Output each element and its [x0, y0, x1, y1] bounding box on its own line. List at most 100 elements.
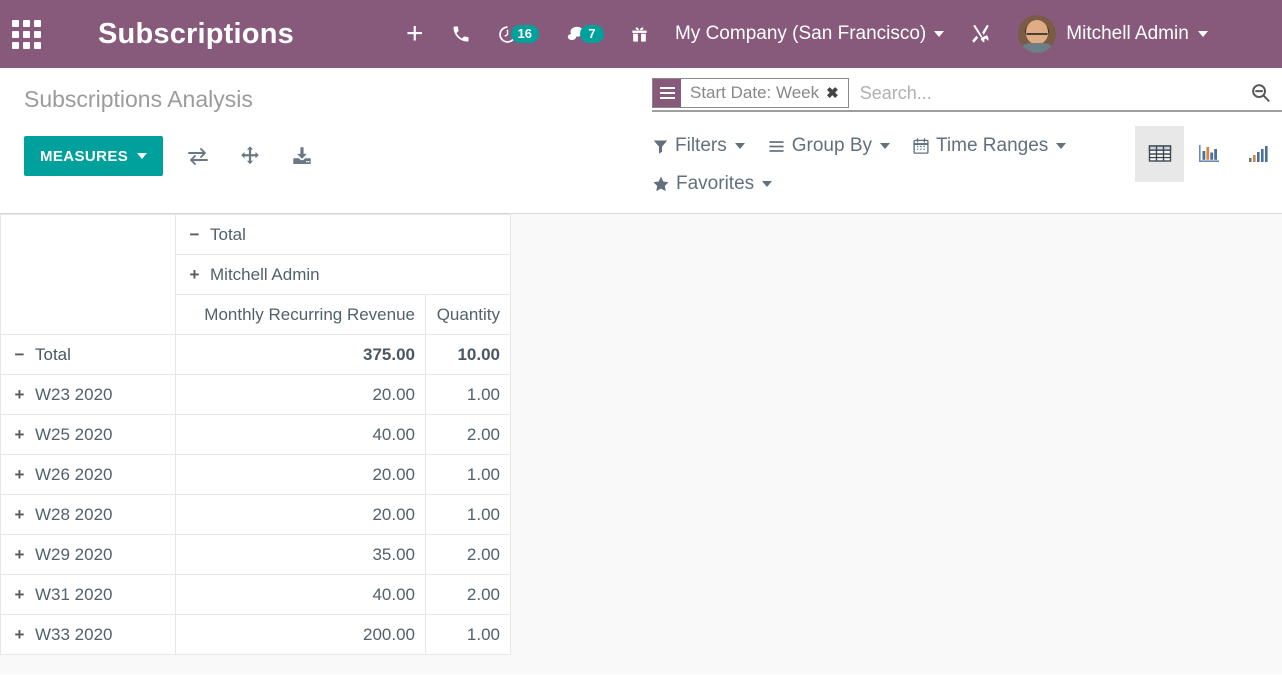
row-header-w23-2020[interactable]: +W23 2020: [1, 375, 176, 415]
chevron-down-icon: [1056, 143, 1066, 149]
collapse-toggle-icon: −: [186, 225, 203, 245]
row-header-w28-2020[interactable]: +W28 2020: [1, 495, 176, 535]
cell-total-quantity[interactable]: 10.00: [426, 335, 511, 375]
search-box[interactable]: Start Date: Week ✖: [652, 76, 1282, 112]
control-panel: Subscriptions Analysis MEASURES: [0, 68, 1282, 214]
cell-mrr[interactable]: 40.00: [176, 415, 426, 455]
activities-menu[interactable]: 16: [484, 0, 552, 68]
new-record-button[interactable]: +: [392, 0, 438, 68]
avatar: [1018, 15, 1056, 53]
cell-quantity[interactable]: 1.00: [426, 375, 511, 415]
expand-toggle-icon: +: [11, 425, 28, 445]
download-icon[interactable]: [285, 136, 319, 176]
pivot-view: −Total +Mitchell Admin Monthly Recurring…: [0, 214, 1282, 675]
cell-quantity[interactable]: 1.00: [426, 495, 511, 535]
cell-quantity[interactable]: 1.00: [426, 615, 511, 655]
search-area: Start Date: Week ✖: [652, 76, 1282, 120]
cell-mrr[interactable]: 20.00: [176, 455, 426, 495]
pivot-table: −Total +Mitchell Admin Monthly Recurring…: [0, 214, 511, 655]
time-ranges-label: Time Ranges: [936, 135, 1048, 157]
flip-axis-icon[interactable]: [181, 136, 215, 176]
group-by-icon: [653, 79, 681, 107]
row-header-w33-2020[interactable]: +W33 2020: [1, 615, 176, 655]
view-button-pivot[interactable]: [1135, 126, 1184, 182]
filters-menu[interactable]: Filters: [652, 130, 745, 162]
col-group-mitchell-admin[interactable]: +Mitchell Admin: [176, 255, 511, 295]
navbar-right-group: + 16 7: [392, 0, 1221, 68]
cell-mrr[interactable]: 200.00: [176, 615, 426, 655]
gift-icon[interactable]: [617, 0, 662, 68]
user-menu[interactable]: Mitchell Admin: [1005, 0, 1221, 68]
row-header-total[interactable]: −Total: [1, 335, 176, 375]
cell-quantity[interactable]: 2.00: [426, 415, 511, 455]
table-row: +W28 2020 20.00 1.00: [1, 495, 511, 535]
view-button-cohort[interactable]: [1233, 126, 1282, 182]
table-row: +W23 2020 20.00 1.00: [1, 375, 511, 415]
search-icon[interactable]: [1239, 76, 1278, 110]
expand-all-icon[interactable]: [233, 136, 267, 176]
search-input[interactable]: [849, 83, 1239, 104]
row-label: W31 2020: [35, 585, 113, 604]
col-group-total-label: Total: [210, 225, 246, 244]
col-group-total[interactable]: −Total: [176, 215, 511, 255]
chevron-down-icon: [880, 143, 890, 149]
search-facet-start-date[interactable]: Start Date: Week ✖: [652, 78, 849, 108]
filters-label: Filters: [675, 135, 727, 157]
cell-total-mrr[interactable]: 375.00: [176, 335, 426, 375]
company-name: My Company (San Francisco): [675, 23, 926, 45]
row-header-w31-2020[interactable]: + W31 2020: [1, 575, 176, 615]
measures-label: MEASURES: [40, 148, 128, 165]
table-row: −Total 375.00 10.00: [1, 335, 511, 375]
pivot-corner-cell: [1, 215, 176, 335]
cell-mrr[interactable]: 35.00: [176, 535, 426, 575]
favorites-menu[interactable]: Favorites: [652, 168, 772, 200]
cell-quantity[interactable]: 2.00: [426, 535, 511, 575]
row-label: W26 2020: [35, 465, 113, 484]
pivot-toolbar: MEASURES: [24, 136, 319, 176]
group-by-label: Group By: [792, 135, 872, 157]
app-title: Subscriptions: [98, 18, 294, 51]
table-row: + W31 2020 40.00 2.00: [1, 575, 511, 615]
col-group-child-label: Mitchell Admin: [210, 265, 320, 284]
row-label: W33 2020: [35, 625, 113, 644]
close-icon[interactable]: ✖: [826, 79, 848, 107]
expand-toggle-icon: +: [11, 585, 28, 605]
messages-count-badge: 7: [580, 25, 604, 43]
row-label: W28 2020: [35, 505, 113, 524]
pivot-table-header: −Total +Mitchell Admin Monthly Recurring…: [1, 215, 511, 335]
top-navbar: Subscriptions + 16 7: [0, 0, 1282, 68]
filter-menus: Filters Group By Time Ranges: [652, 130, 1122, 200]
search-facet-label: Start Date: Week: [681, 79, 826, 107]
measures-button[interactable]: MEASURES: [24, 136, 163, 176]
group-by-menu[interactable]: Group By: [767, 130, 890, 162]
phone-icon[interactable]: [438, 0, 484, 68]
cell-quantity[interactable]: 1.00: [426, 455, 511, 495]
messages-menu[interactable]: 7: [552, 0, 617, 68]
row-label: W25 2020: [35, 425, 113, 444]
row-header-w25-2020[interactable]: + W25 2020: [1, 415, 176, 455]
cell-mrr[interactable]: 20.00: [176, 375, 426, 415]
table-row: +W26 2020 20.00 1.00: [1, 455, 511, 495]
view-button-graph[interactable]: [1184, 126, 1233, 182]
chevron-down-icon: [934, 31, 944, 37]
time-ranges-menu[interactable]: Time Ranges: [912, 130, 1066, 162]
measure-header-quantity[interactable]: Quantity: [426, 295, 511, 335]
collapse-toggle-icon: −: [11, 345, 28, 365]
row-header-w29-2020[interactable]: +W29 2020: [1, 535, 176, 575]
chevron-down-icon: [1198, 31, 1208, 37]
tools-icon[interactable]: [957, 0, 1005, 68]
row-header-total-label: Total: [35, 345, 71, 364]
chevron-down-icon: [762, 181, 772, 187]
row-header-w26-2020[interactable]: +W26 2020: [1, 455, 176, 495]
user-name: Mitchell Admin: [1066, 23, 1189, 45]
view-switcher: [1135, 126, 1282, 182]
apps-grid-icon[interactable]: [0, 0, 52, 68]
favorites-label: Favorites: [676, 173, 754, 195]
measure-header-mrr[interactable]: Monthly Recurring Revenue: [176, 295, 426, 335]
cell-mrr[interactable]: 20.00: [176, 495, 426, 535]
expand-toggle-icon: +: [11, 385, 28, 405]
cell-mrr[interactable]: 40.00: [176, 575, 426, 615]
pivot-header-row-total: −Total: [1, 215, 511, 255]
cell-quantity[interactable]: 2.00: [426, 575, 511, 615]
company-switcher[interactable]: My Company (San Francisco): [662, 0, 957, 68]
